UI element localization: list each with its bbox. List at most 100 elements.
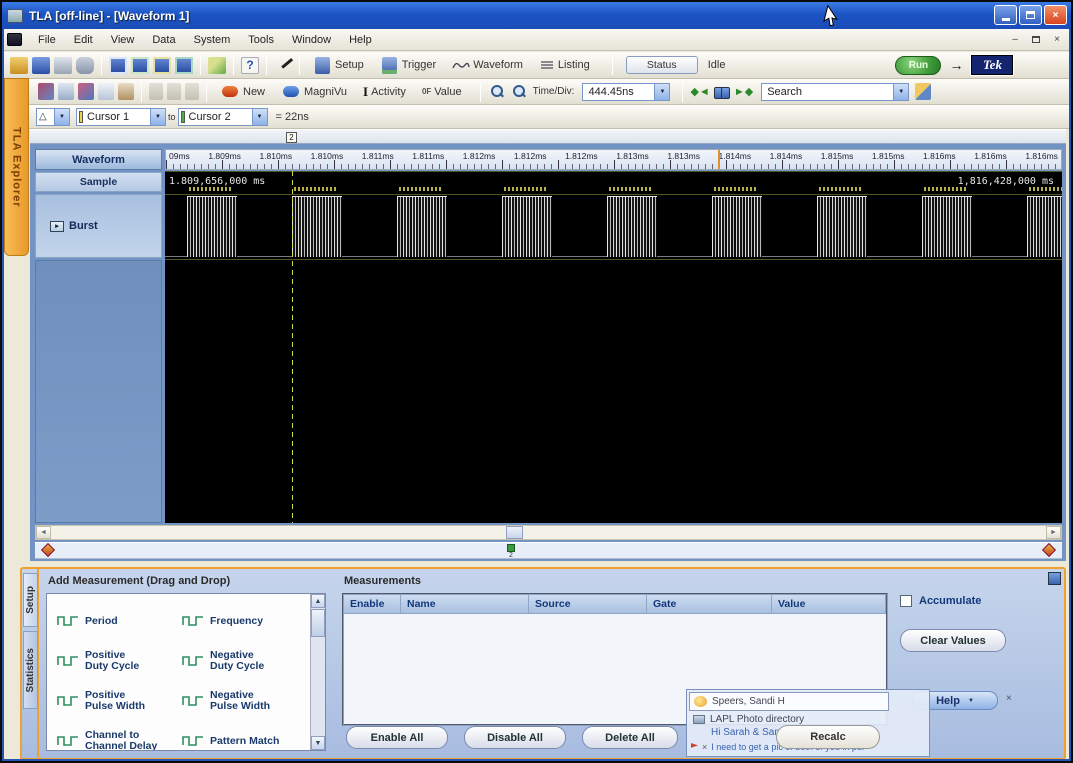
paste-icon[interactable] <box>185 83 199 100</box>
timediv-combo[interactable]: 444.45ns ▼ <box>582 83 670 101</box>
measurement-item[interactable]: Pattern Match <box>182 721 307 750</box>
menu-item[interactable]: File <box>29 31 65 49</box>
accumulate-option[interactable]: Accumulate <box>900 595 981 607</box>
tla-explorer-tab[interactable]: TLA Explorer <box>4 78 29 256</box>
search-forward-icon[interactable]: ►◆ <box>734 85 753 98</box>
menu-item[interactable]: Window <box>283 31 340 49</box>
measurement-item[interactable]: NegativeDuty Cycle <box>182 641 307 681</box>
print-icon[interactable] <box>54 57 72 74</box>
cursor2-selector[interactable]: Cursor 2 ▼ <box>178 108 268 126</box>
default-system-icon[interactable] <box>76 57 94 74</box>
panel-collapse-button[interactable] <box>1048 572 1061 585</box>
left-marker-icon[interactable] <box>41 543 55 557</box>
measurement-item[interactable]: Period <box>57 601 182 641</box>
search-back-icon[interactable]: ◆◄ <box>690 85 709 98</box>
close-button[interactable]: × <box>1044 5 1067 25</box>
measurement-item[interactable]: PositivePulse Width <box>57 681 182 721</box>
help-icon[interactable]: ? <box>241 57 259 74</box>
pointer-tool-icon[interactable] <box>274 57 292 74</box>
zoom-out-icon[interactable] <box>489 84 505 100</box>
tab-setup[interactable]: Setup <box>23 573 38 627</box>
portfolio-icon[interactable] <box>118 83 134 100</box>
sample-row-label[interactable]: Sample <box>35 172 162 192</box>
enable-all-button[interactable]: Enable All <box>346 726 448 749</box>
window-waveform-icon[interactable] <box>153 57 171 74</box>
measurement-item[interactable]: PositiveDuty Cycle <box>57 641 182 681</box>
window-listing-icon[interactable] <box>175 57 193 74</box>
menu-item[interactable]: System <box>185 31 240 49</box>
measurement-item[interactable]: Frequency <box>182 601 307 641</box>
minimize-button[interactable] <box>994 5 1017 25</box>
search-combo[interactable]: Search ▼ <box>761 83 909 101</box>
setup-manager-icon[interactable] <box>78 83 94 100</box>
list-scroll-thumb[interactable] <box>311 609 325 637</box>
cursor1-selector[interactable]: Cursor 1 ▼ <box>76 108 166 126</box>
run-button[interactable]: Run <box>895 56 941 75</box>
right-marker-icon[interactable] <box>1042 543 1056 557</box>
scroll-up-icon[interactable]: ▲ <box>311 594 325 608</box>
time-ruler[interactable]: 09ms1.809ms1.810ms1.810ms1.811ms1.811ms1… <box>165 149 1062 170</box>
window-setup-icon[interactable] <box>109 57 127 74</box>
menu-item[interactable]: Edit <box>65 31 102 49</box>
menu-item[interactable]: Data <box>143 31 184 49</box>
delete-all-button[interactable]: Delete All <box>582 726 678 749</box>
restore-button[interactable] <box>1019 5 1042 25</box>
activity-button[interactable]: I Activity <box>363 84 414 100</box>
burst-row-label[interactable]: ▸ Burst <box>35 194 162 258</box>
waveform-button[interactable]: Waveform <box>452 59 531 71</box>
system-tree-icon[interactable] <box>38 83 54 100</box>
clear-values-button[interactable]: Clear Values <box>900 629 1006 652</box>
waveform-plot-area[interactable]: 1.809,656,000 ms 1,816,428,000 ms <box>165 171 1062 523</box>
chevron-down-icon[interactable]: ▼ <box>54 109 69 125</box>
column-header[interactable]: Value <box>772 595 886 614</box>
column-header[interactable]: Gate <box>647 595 772 614</box>
flag-icon[interactable] <box>691 743 698 751</box>
overview-ruler[interactable]: 2 <box>30 129 1066 144</box>
document-icon[interactable] <box>7 33 22 46</box>
child-minimize-button[interactable]: – <box>1006 32 1024 47</box>
trigger-button[interactable]: Trigger <box>380 57 444 74</box>
chevron-down-icon[interactable]: ▼ <box>654 84 669 100</box>
search-options-icon[interactable] <box>915 83 931 100</box>
overview-marker[interactable]: 2 <box>286 132 297 143</box>
delta-time-button[interactable]: △ ▼ <box>36 108 70 126</box>
status-button[interactable]: Status <box>626 56 698 74</box>
zoom-in-icon[interactable] <box>511 84 527 100</box>
column-header[interactable]: Name <box>401 595 529 614</box>
waveform-header-button[interactable]: Waveform <box>35 149 162 170</box>
column-header[interactable]: Source <box>529 595 647 614</box>
module-icon[interactable] <box>58 83 74 100</box>
recalc-button[interactable]: Recalc <box>776 725 880 749</box>
accumulate-checkbox[interactable] <box>900 595 912 607</box>
list-scrollbar[interactable]: ▲ ▼ <box>310 594 325 750</box>
burst-expand-icon[interactable]: ▸ <box>50 221 64 232</box>
probe-icon[interactable] <box>208 57 226 74</box>
drawing-tool-icon[interactable] <box>98 83 114 100</box>
child-close-button[interactable]: × <box>1048 32 1066 47</box>
marker-track[interactable]: 2 <box>35 542 1062 559</box>
scroll-down-icon[interactable]: ▼ <box>311 736 325 750</box>
scroll-left-icon[interactable]: ◄ <box>36 526 51 539</box>
listing-button[interactable]: Listing <box>539 59 598 71</box>
title-bar[interactable]: TLA [off-line] - [Waveform 1] × <box>2 2 1071 29</box>
horizontal-scrollbar[interactable]: ◄ ► <box>35 525 1062 540</box>
menu-item[interactable]: Tools <box>239 31 283 49</box>
value-button[interactable]: 0F Value <box>422 86 470 98</box>
menu-item[interactable]: View <box>102 31 144 49</box>
cut-icon[interactable] <box>149 83 163 100</box>
chevron-down-icon[interactable]: ▼ <box>252 109 267 125</box>
cursor2-line[interactable] <box>292 171 293 523</box>
chevron-down-icon[interactable]: ▼ <box>893 84 908 100</box>
scrollbar-thumb[interactable] <box>506 526 523 539</box>
setup-button[interactable]: Setup <box>313 57 372 74</box>
chevron-down-icon[interactable]: ▼ <box>150 109 165 125</box>
window-trigger-icon[interactable] <box>131 57 149 74</box>
measurement-item[interactable]: NegativePulse Width <box>182 681 307 721</box>
measurement-item[interactable]: Channel toChannel Delay <box>57 721 182 750</box>
scroll-right-icon[interactable]: ► <box>1046 526 1061 539</box>
child-restore-button[interactable] <box>1027 32 1045 47</box>
chevron-down-icon[interactable]: ▼ <box>968 698 974 704</box>
help-close-icon[interactable]: × <box>1006 693 1012 704</box>
disable-all-button[interactable]: Disable All <box>464 726 566 749</box>
search-binoculars-icon[interactable] <box>714 85 730 99</box>
